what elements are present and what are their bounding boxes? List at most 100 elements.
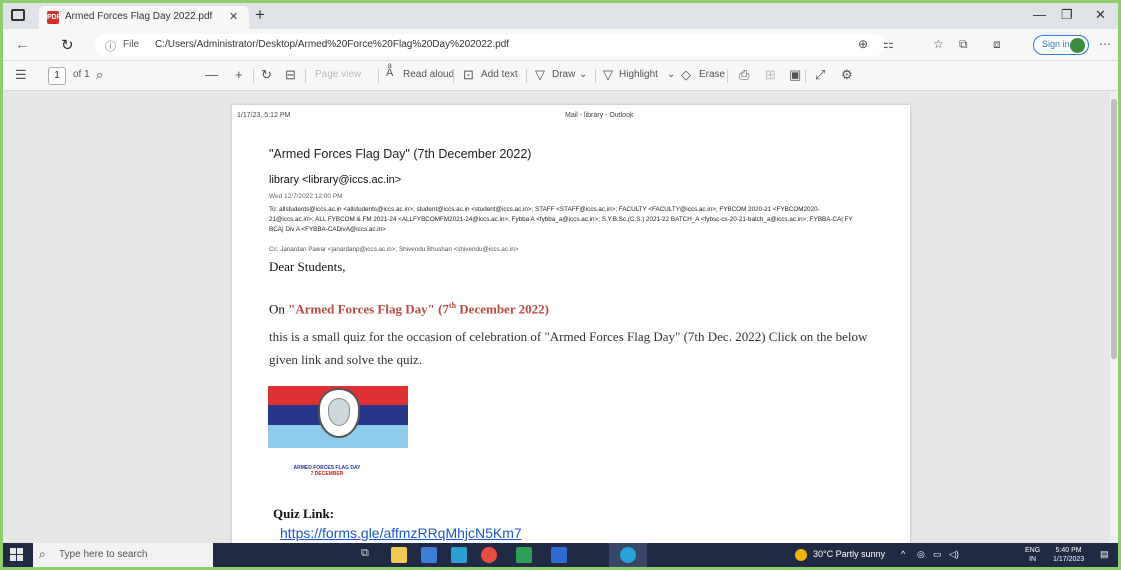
erase-button[interactable]: Erase bbox=[699, 69, 725, 80]
highlight-button[interactable]: Highlight bbox=[619, 69, 658, 80]
add-text-button[interactable]: Add text bbox=[481, 69, 518, 80]
page-number-input[interactable]: 1 bbox=[48, 67, 66, 85]
draw-button[interactable]: Draw bbox=[552, 69, 575, 80]
taskbar-search[interactable]: ⌕ Type here to search bbox=[33, 543, 213, 567]
email-subject: "Armed Forces Flag Day" (7th December 20… bbox=[269, 147, 532, 161]
system-clock[interactable]: 5:40 PM 1/17/2023 bbox=[1053, 546, 1084, 564]
divider bbox=[453, 69, 454, 83]
url-scheme-label: File bbox=[123, 39, 140, 50]
greeting: Dear Students, bbox=[269, 259, 346, 274]
highlight-dropdown-icon[interactable]: ⌄ bbox=[667, 69, 675, 80]
title-bar: PDF Armed Forces Flag Day 2022.pdf ✕ + —… bbox=[3, 3, 1118, 29]
sign-in-button[interactable]: Sign in bbox=[1033, 35, 1089, 55]
print-icon[interactable]: ⎙ bbox=[739, 67, 749, 83]
settings-gear-icon[interactable]: ⚙ bbox=[841, 67, 853, 83]
weather-text[interactable]: 30°C Partly sunny bbox=[813, 549, 885, 559]
pdf-viewer[interactable]: 1/17/23, 5:12 PM Mail - library - Outloo… bbox=[3, 91, 1110, 543]
print-header: Mail - library - Outlook bbox=[565, 112, 634, 119]
windows-start-icon[interactable] bbox=[10, 548, 24, 562]
pdf-icon: PDF bbox=[47, 11, 61, 24]
word-icon[interactable] bbox=[551, 547, 567, 563]
divider bbox=[727, 69, 728, 83]
save-as-icon[interactable]: ▣ bbox=[789, 67, 801, 83]
emblem-inner bbox=[328, 398, 350, 426]
close-window-icon[interactable]: ✕ bbox=[1095, 7, 1106, 23]
quiz-label: Quiz Link: bbox=[273, 506, 335, 521]
taskbar: ⌕ Type here to search ⧉ 30°C Partly sunn… bbox=[3, 543, 1118, 567]
chat-icon[interactable]: ▭ bbox=[933, 549, 942, 560]
clock-time: 5:40 PM bbox=[1055, 547, 1082, 554]
draw-icon: ▽ bbox=[535, 67, 545, 82]
draw-dropdown-icon[interactable]: ⌄ bbox=[579, 69, 587, 80]
close-tab-icon[interactable]: ✕ bbox=[229, 10, 238, 23]
scrollbar-thumb[interactable] bbox=[1111, 99, 1117, 359]
new-tab-icon[interactable]: + bbox=[255, 6, 265, 24]
search-icon: ⌕ bbox=[39, 547, 46, 561]
event-heading-prefix: On bbox=[269, 301, 289, 317]
file-explorer-icon[interactable] bbox=[391, 547, 407, 563]
maximize-icon[interactable]: ❐ bbox=[1061, 7, 1073, 23]
tray-chevron-icon[interactable]: ^ bbox=[901, 549, 905, 559]
armed-forces-emblem-icon bbox=[318, 388, 360, 438]
event-heading: On "Armed Forces Flag Day" (7th December… bbox=[269, 301, 549, 317]
read-aloud-icon: A͏ͣ bbox=[386, 67, 394, 79]
tab-actions-icon[interactable] bbox=[11, 9, 25, 21]
rotate-icon[interactable]: ↻ bbox=[261, 67, 272, 83]
collections-icon[interactable]: ⧉ bbox=[959, 37, 968, 52]
save-icon[interactable]: ⊞ bbox=[765, 67, 776, 83]
read-aloud-button[interactable]: Read aloud bbox=[403, 69, 454, 80]
search-icon[interactable]: ⌕ bbox=[96, 67, 103, 83]
fullscreen-icon[interactable]: ⤢ bbox=[815, 67, 825, 83]
avatar bbox=[1070, 38, 1085, 53]
mail-app-icon[interactable] bbox=[451, 547, 467, 563]
edge-icon bbox=[620, 547, 636, 563]
language-indicator[interactable]: ENG IN bbox=[1025, 546, 1040, 564]
clock-date: 1/17/2023 bbox=[1053, 556, 1085, 563]
address-bar[interactable]: ⓘ File C:/Users/Administrator/Desktop/Ar… bbox=[95, 34, 885, 56]
email-cc: Cc: Janardan Pawar <janardanp@iccs.ac.in… bbox=[269, 246, 519, 253]
more-icon[interactable]: ⋯ bbox=[1099, 37, 1111, 51]
sign-in-label: Sign in bbox=[1042, 39, 1070, 49]
back-icon[interactable]: ← bbox=[15, 36, 30, 53]
vertical-scrollbar[interactable] bbox=[1110, 91, 1118, 543]
calendar-icon[interactable] bbox=[421, 547, 437, 563]
divider bbox=[805, 69, 806, 83]
divider bbox=[305, 69, 306, 83]
notification-icon[interactable]: ▤ bbox=[1100, 549, 1109, 560]
tab-pdf[interactable]: PDF Armed Forces Flag Day 2022.pdf ✕ bbox=[39, 6, 249, 29]
excel-icon[interactable] bbox=[516, 547, 532, 563]
refresh-icon[interactable]: ↻ bbox=[61, 36, 74, 54]
volume-icon[interactable]: ◁) bbox=[949, 549, 959, 560]
task-view-icon[interactable]: ⧉ bbox=[361, 547, 377, 563]
favorites-icon[interactable]: ☆ bbox=[933, 37, 944, 51]
quiz-link[interactable]: https://forms.gle/affmzRRqMhjcN5Km7 bbox=[280, 525, 522, 541]
pdf-page: 1/17/23, 5:12 PM Mail - library - Outloo… bbox=[232, 105, 910, 543]
page-view-button[interactable]: Page view bbox=[315, 69, 361, 80]
flag-date: 7 DECEMBER bbox=[310, 471, 344, 477]
taskbar-search-placeholder: Type here to search bbox=[59, 549, 148, 560]
event-heading-name: "Armed Forces Flag Day" (7 bbox=[288, 301, 449, 317]
pdf-toolbar: ☰ 1 of 1 ⌕ — + ↻ ⊟ Page view A͏ͣ Read al… bbox=[3, 61, 1118, 91]
email-body: this is a small quiz for the occasion of… bbox=[269, 329, 868, 367]
minimize-icon[interactable]: — bbox=[1033, 7, 1046, 22]
add-text-icon: ⊡ bbox=[463, 67, 474, 82]
contents-icon[interactable]: ☰ bbox=[15, 67, 27, 83]
extensions-icon[interactable]: ⧈ bbox=[993, 37, 1001, 52]
read-mode-icon[interactable]: ⚏ bbox=[883, 37, 894, 51]
tab-title: Armed Forces Flag Day 2022.pdf bbox=[65, 11, 213, 22]
divider bbox=[378, 69, 379, 83]
chrome-icon[interactable] bbox=[481, 547, 497, 563]
weather-icon bbox=[795, 549, 807, 561]
zoom-out-icon[interactable]: — bbox=[205, 67, 218, 82]
flag-day-image bbox=[268, 386, 408, 448]
print-timestamp: 1/17/23, 5:12 PM bbox=[237, 112, 291, 119]
zoom-in-icon[interactable]: + bbox=[235, 67, 243, 82]
fit-page-icon[interactable]: ⊟ bbox=[285, 67, 296, 83]
page-total: of 1 bbox=[73, 69, 90, 80]
zoom-icon[interactable]: ⊕ bbox=[858, 37, 868, 51]
event-heading-suffix: December 2022) bbox=[456, 301, 549, 317]
language-code: ENG bbox=[1025, 547, 1041, 554]
url-text[interactable]: C:/Users/Administrator/Desktop/Armed%20F… bbox=[155, 39, 509, 50]
info-icon[interactable]: ⓘ bbox=[105, 38, 116, 54]
network-icon[interactable]: ◎ bbox=[917, 549, 925, 560]
